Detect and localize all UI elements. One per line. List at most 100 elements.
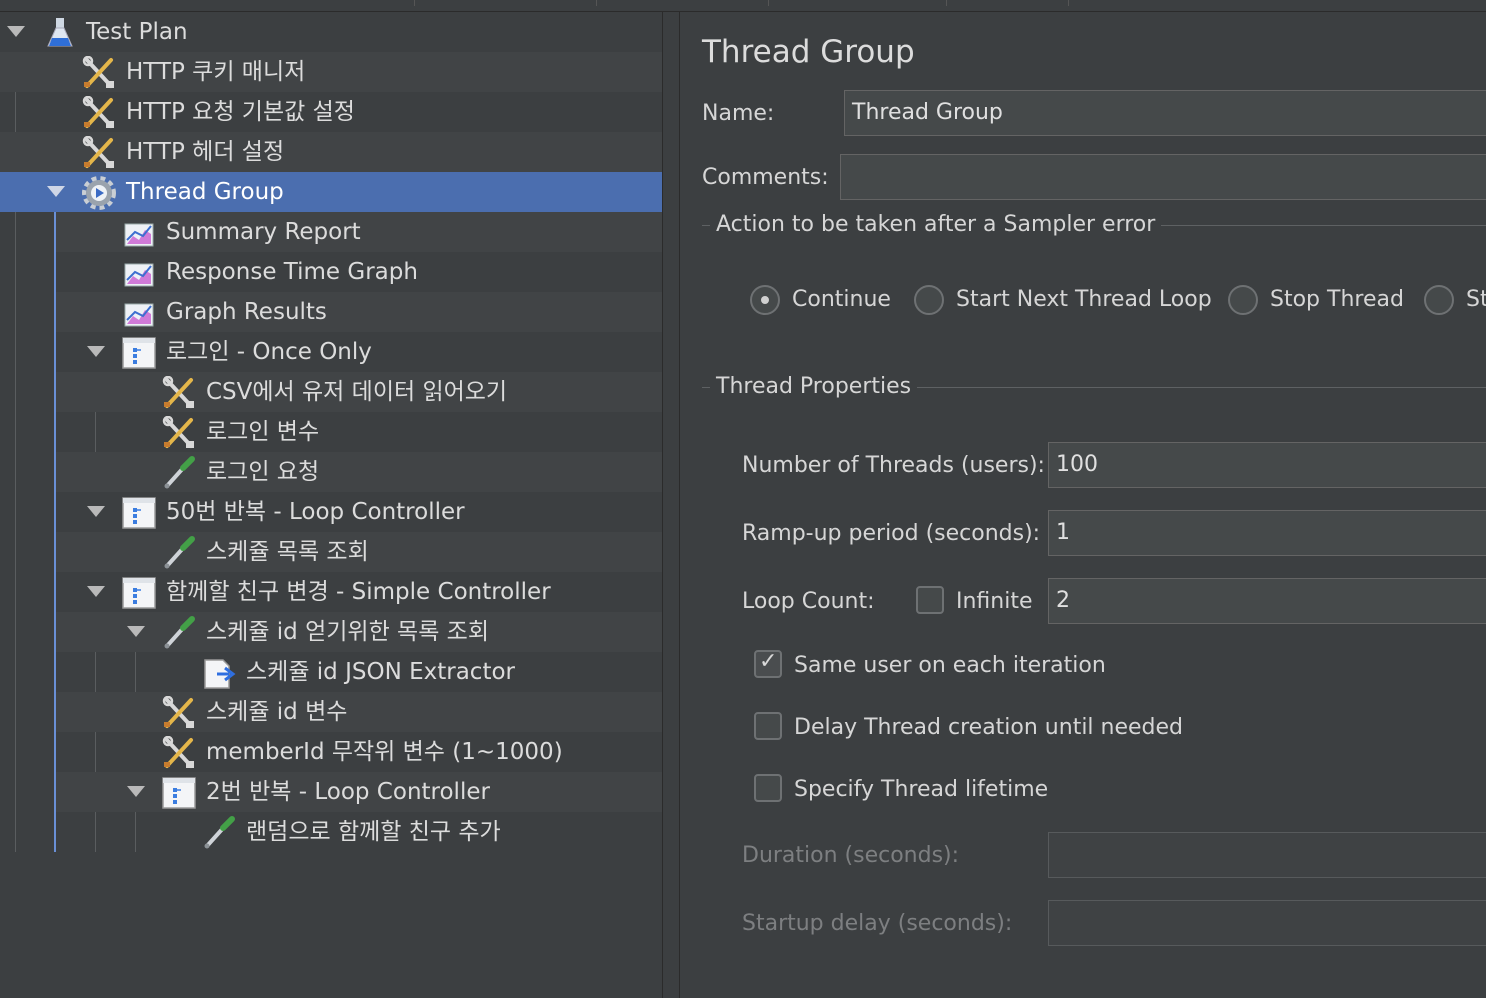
- tree-node-response-time-graph[interactable]: Response Time Graph: [56, 252, 662, 292]
- toolbar-separator: [596, 0, 597, 6]
- tree-node-label: Graph Results: [166, 299, 327, 325]
- startup-delay-input[interactable]: [1048, 900, 1486, 946]
- tree-node-http-header-manager[interactable]: HTTP 헤더 설정: [0, 132, 662, 172]
- tree-node-label: 랜덤으로 함께할 친구 추가: [246, 819, 501, 845]
- start-next-loop-radio[interactable]: [914, 285, 944, 315]
- continue-radio-label[interactable]: Continue: [792, 287, 891, 312]
- expand-arrow-icon[interactable]: [87, 586, 105, 597]
- tree-node-label: Response Time Graph: [166, 259, 418, 285]
- loop-count-input[interactable]: 2: [1048, 578, 1486, 624]
- tree-node-label: memberId 무작위 변수 (1~1000): [206, 739, 563, 765]
- same-user-label[interactable]: Same user on each iteration: [794, 653, 1106, 678]
- stop-test-radio[interactable]: [1424, 285, 1454, 315]
- stop-thread-radio-label[interactable]: Stop Thread: [1270, 287, 1404, 312]
- tree-node-label: 로그인 요청: [206, 459, 320, 485]
- tree-node-label: 로그인 변수: [206, 419, 320, 445]
- expand-arrow-icon[interactable]: [127, 786, 145, 797]
- config-tools-icon: [82, 96, 116, 130]
- tree-node-memberid-random[interactable]: memberId 무작위 변수 (1~1000): [56, 732, 662, 772]
- tree-node-label: Summary Report: [166, 219, 361, 245]
- tree-node-schedule-id-variable[interactable]: 스케쥴 id 변수: [56, 692, 662, 732]
- toolbar-separator: [1068, 0, 1069, 6]
- tree-node-json-extractor[interactable]: 스케쥴 id JSON Extractor: [56, 652, 662, 692]
- duration-input[interactable]: [1048, 832, 1486, 878]
- expand-arrow-icon[interactable]: [47, 186, 65, 197]
- comments-field[interactable]: [840, 154, 1486, 200]
- thread-lifetime-checkbox[interactable]: [754, 774, 782, 802]
- controller-icon: [122, 337, 156, 369]
- expand-arrow-icon[interactable]: [127, 626, 145, 637]
- loop-count-label: Loop Count:: [742, 589, 875, 614]
- tree-node-thread-group[interactable]: Thread Group: [0, 172, 662, 212]
- name-field[interactable]: Thread Group: [844, 90, 1486, 136]
- config-tools-icon: [82, 56, 116, 90]
- comments-label: Comments:: [702, 165, 829, 190]
- sampler-pipette-icon: [161, 456, 197, 490]
- tree-node-http-request-defaults[interactable]: HTTP 요청 기본값 설정: [0, 92, 662, 132]
- tree-node-label: 스케쥴 id JSON Extractor: [246, 659, 515, 685]
- listener-graph-icon: [124, 303, 154, 327]
- tree-node-loop-2[interactable]: 2번 반복 - Loop Controller: [56, 772, 662, 812]
- stop-thread-radio[interactable]: [1228, 285, 1258, 315]
- tree-node-label: HTTP 쿠키 매니저: [126, 59, 306, 85]
- thread-group-panel: Thread Group Name: Thread Group Comments…: [681, 12, 1486, 998]
- tree-node-loop-50[interactable]: 50번 반복 - Loop Controller: [56, 492, 662, 532]
- thread-properties-section-title: Thread Properties: [710, 374, 918, 399]
- tree-node-label: 스케쥴 목록 조회: [206, 539, 369, 565]
- tree-node-schedule-id-list[interactable]: 스케쥴 id 얻기위한 목록 조회: [56, 612, 662, 652]
- tree-node-summary-report[interactable]: Summary Report: [56, 212, 662, 252]
- delay-thread-label[interactable]: Delay Thread creation until needed: [794, 715, 1183, 740]
- startup-delay-label: Startup delay (seconds):: [742, 911, 1013, 936]
- rampup-label: Ramp-up period (seconds):: [742, 521, 1041, 546]
- flask-icon: [47, 17, 73, 47]
- controller-icon: [122, 577, 156, 609]
- tree-node-label: 2번 반복 - Loop Controller: [206, 779, 490, 805]
- stop-test-radio-label[interactable]: St: [1466, 287, 1486, 312]
- threads-input[interactable]: 100: [1048, 442, 1486, 488]
- infinite-checkbox[interactable]: [916, 586, 944, 614]
- listener-graph-icon: [124, 223, 154, 247]
- sampler-pipette-icon: [161, 536, 197, 570]
- expand-arrow-icon[interactable]: [87, 506, 105, 517]
- tree-node-csv-data[interactable]: CSV에서 유저 데이터 읽어오기: [56, 372, 662, 412]
- same-user-checkbox[interactable]: [754, 649, 782, 678]
- tree-node-label: 스케쥴 id 얻기위한 목록 조회: [206, 619, 489, 645]
- expand-arrow-icon[interactable]: [87, 346, 105, 357]
- expand-arrow-icon[interactable]: [7, 26, 25, 37]
- tree-node-login-request[interactable]: 로그인 요청: [56, 452, 662, 492]
- toolbar-separator: [946, 0, 947, 6]
- config-tools-icon: [162, 376, 196, 410]
- tree-node-schedule-list[interactable]: 스케쥴 목록 조회: [56, 532, 662, 572]
- tree-node-http-cookie-manager[interactable]: HTTP 쿠키 매니저: [0, 52, 662, 92]
- extractor-icon: [203, 658, 235, 690]
- tree-node-login-once-only[interactable]: 로그인 - Once Only: [56, 332, 662, 372]
- sampler-error-section-title: Action to be taken after a Sampler error: [710, 212, 1162, 237]
- split-pane-divider[interactable]: [662, 12, 680, 998]
- top-toolbar-edge: [0, 0, 1486, 12]
- tree-node-label: Test Plan: [86, 19, 188, 45]
- config-tools-icon: [162, 736, 196, 770]
- continue-radio[interactable]: [750, 285, 780, 315]
- infinite-label[interactable]: Infinite: [956, 589, 1033, 614]
- start-next-loop-radio-label[interactable]: Start Next Thread Loop: [956, 287, 1212, 312]
- tree-node-graph-results[interactable]: Graph Results: [56, 292, 662, 332]
- tree-node-login-variables[interactable]: 로그인 변수: [56, 412, 662, 452]
- tree-node-add-random-friend[interactable]: 랜덤으로 함께할 친구 추가: [56, 812, 662, 852]
- tree-node-simple-controller[interactable]: 함께할 친구 변경 - Simple Controller: [56, 572, 662, 612]
- config-tools-icon: [82, 136, 116, 170]
- sampler-pipette-icon: [201, 816, 237, 850]
- test-plan-tree[interactable]: Test Plan HTTP 쿠키 매니저 HTTP 요청 기본값 설정 HTT…: [0, 12, 662, 998]
- duration-label: Duration (seconds):: [742, 843, 960, 868]
- toolbar-separator: [414, 0, 415, 6]
- page-title: Thread Group: [702, 34, 915, 70]
- tree-node-label: HTTP 요청 기본값 설정: [126, 99, 355, 125]
- config-tools-icon: [162, 696, 196, 730]
- rampup-input[interactable]: 1: [1048, 510, 1486, 556]
- delay-thread-checkbox[interactable]: [754, 712, 782, 740]
- tree-node-test-plan[interactable]: Test Plan: [0, 12, 662, 52]
- tree-node-label: 50번 반복 - Loop Controller: [166, 499, 465, 525]
- tree-node-label: 스케쥴 id 변수: [206, 699, 348, 725]
- tree-node-label: CSV에서 유저 데이터 읽어오기: [206, 379, 508, 405]
- thread-lifetime-label[interactable]: Specify Thread lifetime: [794, 777, 1048, 802]
- tree-node-label: 함께할 친구 변경 - Simple Controller: [166, 579, 551, 605]
